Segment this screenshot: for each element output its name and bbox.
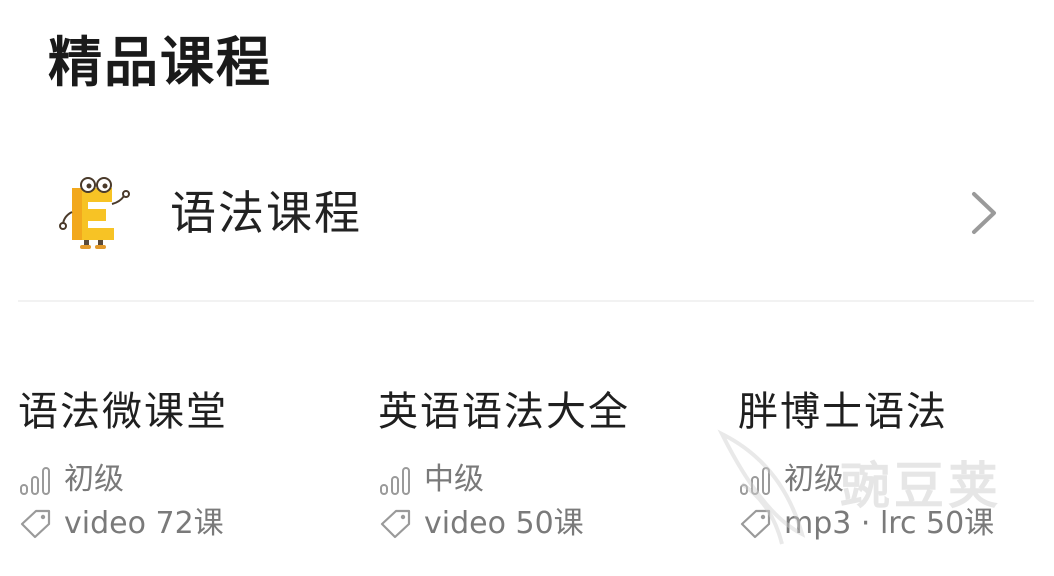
- section-title: 精品课程: [48, 31, 272, 94]
- course-count-text: video 50课: [424, 506, 584, 541]
- course-lesson-count: mp3 · lrc 50课: [738, 504, 994, 544]
- course-lesson-count: video 72课: [18, 504, 224, 544]
- grammar-course-entry[interactable]: 语法课程: [18, 150, 1034, 302]
- course-level: 初级: [738, 460, 844, 500]
- course-card-grammar-micro[interactable]: 语法微课堂 初级 video 72课: [18, 384, 348, 554]
- course-level: 初级: [18, 460, 124, 500]
- chevron-right-icon[interactable]: [968, 190, 1000, 236]
- course-title: 英语语法大全: [378, 389, 630, 435]
- course-level: 中级: [378, 460, 484, 500]
- course-level-text: 初级: [64, 462, 124, 497]
- course-level-text: 中级: [424, 462, 484, 497]
- signal-bars-icon: [380, 467, 410, 495]
- course-count-text: mp3 · lrc 50课: [784, 506, 995, 541]
- signal-bars-icon: [740, 467, 770, 495]
- tag-icon: [20, 509, 51, 539]
- course-title: 语法微课堂: [18, 389, 228, 435]
- letter-e-mascot-icon: [59, 177, 130, 249]
- signal-bars-icon: [20, 467, 50, 495]
- course-count-text: video 72课: [64, 506, 224, 541]
- course-lesson-count: video 50课: [378, 504, 584, 544]
- category-label: 语法课程: [170, 186, 362, 240]
- course-card-english-grammar-complete[interactable]: 英语语法大全 中级 video 50课: [378, 384, 708, 554]
- course-title: 胖博士语法: [738, 389, 948, 435]
- course-level-text: 初级: [784, 462, 844, 497]
- tag-icon: [380, 509, 411, 539]
- course-card-dr-fat-grammar[interactable]: 胖博士语法 初级 mp3 · lrc 50课: [738, 384, 1038, 554]
- tag-icon: [740, 509, 771, 539]
